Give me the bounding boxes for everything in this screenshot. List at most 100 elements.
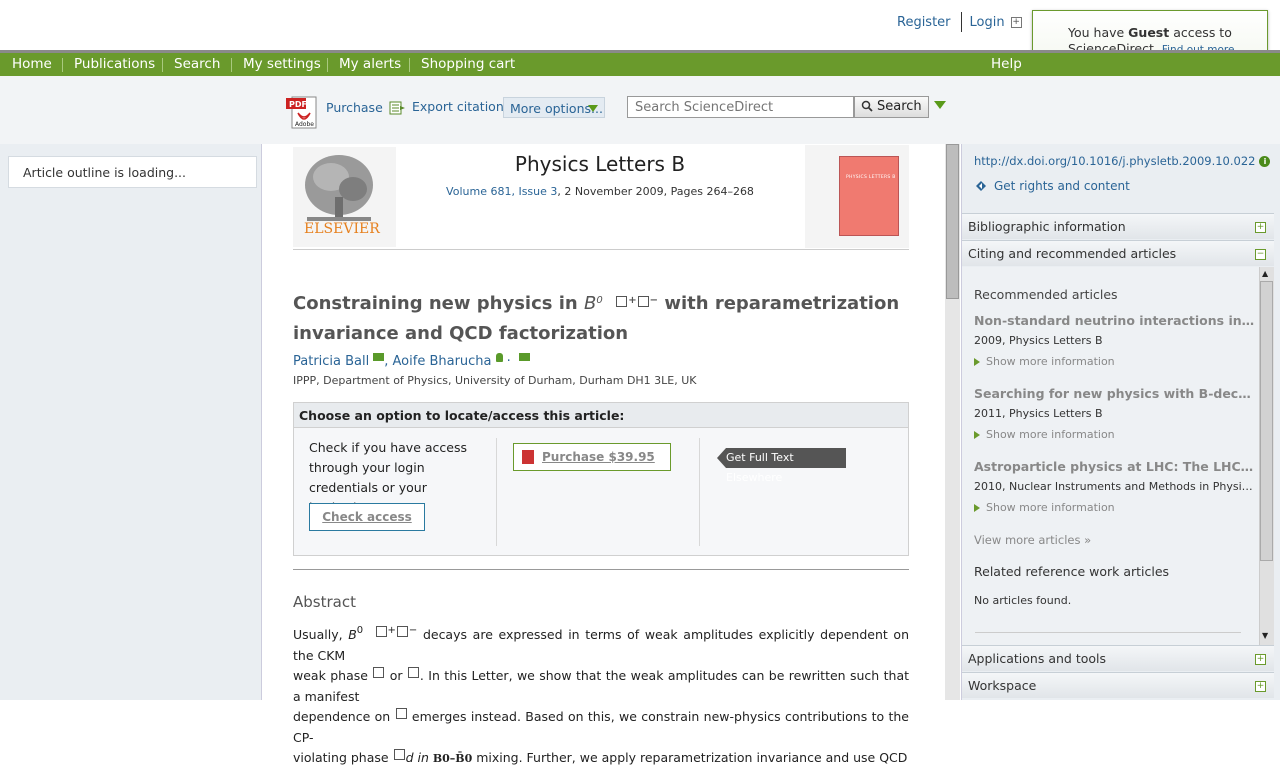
expand-arrow-icon <box>974 358 980 366</box>
export-citation-link[interactable]: Export citation <box>412 99 504 114</box>
author-list: Patricia Ball, Aoife Bharucha · <box>293 353 530 369</box>
purchase-price-label: Purchase $39.95 <box>542 450 655 464</box>
search-options-arrow-icon[interactable] <box>934 101 946 109</box>
purchase-pdf-button[interactable]: Purchase $39.95 <box>513 443 671 471</box>
volume-link[interactable]: Volume 681, Issue 3 <box>446 185 557 198</box>
title-text-2: with reparametrization <box>658 293 900 314</box>
title-line-2: invariance and QCD factorization <box>293 323 629 344</box>
missing-glyph-icon <box>395 708 407 719</box>
more-options-dropdown[interactable]: More options... <box>503 97 605 118</box>
nav-my-settings[interactable]: My settings <box>243 56 321 72</box>
doi-link[interactable]: http://dx.doi.org/10.1016/j.physletb.200… <box>974 154 1255 168</box>
register-link[interactable]: Register <box>897 15 951 30</box>
section-bibliographic-info[interactable]: Bibliographic information + <box>962 213 1274 239</box>
affiliation: IPPP, Department of Physics, University … <box>293 374 697 387</box>
author-link[interactable]: Patricia Ball <box>293 354 369 369</box>
login-link[interactable]: Login <box>970 15 1005 30</box>
show-more-info[interactable]: Show more information <box>974 501 1115 514</box>
nav-help[interactable]: Help <box>991 56 1022 72</box>
journal-title[interactable]: Physics Letters B <box>400 152 800 176</box>
title-math-b: B <box>584 293 597 314</box>
section-label: Bibliographic information <box>968 219 1126 234</box>
missing-glyph-icon <box>396 626 408 637</box>
nav-search[interactable]: Search <box>174 56 220 72</box>
section-workspace[interactable]: Workspace + <box>962 672 1274 698</box>
section-label: Applications and tools <box>968 651 1107 666</box>
nav-my-alerts[interactable]: My alerts <box>339 56 401 72</box>
title-math-sup: 0 <box>596 295 603 306</box>
nav-divider <box>162 58 163 72</box>
nav-divider <box>409 58 410 72</box>
recommended-scrollbar-thumb[interactable] <box>1260 281 1273 561</box>
login-expand-icon[interactable]: + <box>1010 16 1022 28</box>
search-button[interactable]: Search <box>854 96 929 118</box>
collapse-icon[interactable]: − <box>1255 249 1266 260</box>
purchase-link[interactable]: Purchase <box>326 100 383 115</box>
missing-glyph-icon <box>393 749 405 760</box>
view-more-articles-link[interactable]: View more articles » <box>974 533 1091 547</box>
nav-shopping-cart[interactable]: Shopping cart <box>421 56 515 72</box>
article-scrollbar-thumb[interactable] <box>946 144 959 299</box>
no-articles-text: No articles found. <box>974 594 1072 607</box>
nav-divider <box>62 58 63 72</box>
recommended-article-meta: 2011, Physics Letters B <box>974 407 1103 420</box>
abstract-heading: Abstract <box>293 593 356 611</box>
expand-icon[interactable]: + <box>1255 222 1266 233</box>
get-full-text-elsewhere-button[interactable]: Get Full Text Elsewhere <box>717 448 846 484</box>
expand-icon[interactable]: + <box>1255 681 1266 692</box>
chevron-down-icon <box>588 105 598 112</box>
corresponding-author-icon[interactable] <box>495 353 503 362</box>
nav-home[interactable]: Home <box>12 56 52 72</box>
missing-glyph-icon <box>637 296 649 307</box>
access-options-header: Choose an option to locate/access this a… <box>293 402 909 428</box>
cover-title: PHYSICS LETTERS B <box>846 175 896 180</box>
divider <box>975 632 1241 633</box>
missing-glyph-icon <box>373 667 385 678</box>
nav-publications[interactable]: Publications <box>74 56 155 72</box>
journal-cover-image[interactable]: PHYSICS LETTERS B <box>839 156 899 236</box>
elsevier-tree-icon: ELSEVIER <box>304 155 380 237</box>
section-label: Citing and recommended articles <box>968 246 1177 261</box>
section-citing-recommended[interactable]: Citing and recommended articles − <box>962 240 1274 266</box>
recommended-article-title[interactable]: Non-standard neutrino interactions in th… <box>974 313 1256 328</box>
nav-divider <box>231 58 232 72</box>
guest-text: You have <box>1068 25 1129 40</box>
recommended-article-meta: 2009, Physics Letters B <box>974 334 1103 347</box>
access-divider <box>699 438 700 546</box>
author-link[interactable]: Aoife Bharucha <box>393 354 492 369</box>
recommended-article-title[interactable]: Searching for new physics with B-decay f… <box>974 386 1256 401</box>
info-icon[interactable]: i <box>1259 156 1271 167</box>
search-input[interactable] <box>627 96 854 118</box>
guest-bold: Guest <box>1128 25 1170 40</box>
show-more-info[interactable]: Show more information <box>974 428 1115 441</box>
pdf-icon <box>522 450 534 464</box>
access-divider <box>496 438 497 546</box>
export-citation-icon[interactable] <box>389 101 407 115</box>
arrow-left-icon <box>717 448 726 468</box>
show-more-info[interactable]: Show more information <box>974 355 1115 368</box>
abstract-text: Usually, B0 + − decays are expressed in t… <box>293 625 910 765</box>
expand-icon[interactable]: + <box>1255 654 1266 665</box>
divider <box>960 12 962 32</box>
left-sidebar <box>0 144 262 700</box>
rights-icon <box>976 181 986 191</box>
recommended-article-meta: 2010, Nuclear Instruments and Methods in… <box>974 480 1256 493</box>
elsevier-logo[interactable]: ELSEVIER <box>293 147 396 247</box>
guest-text-suffix: access to <box>1169 25 1232 40</box>
search-icon <box>861 100 873 112</box>
section-applications-tools[interactable]: Applications and tools + <box>962 645 1274 671</box>
email-icon[interactable] <box>518 353 530 361</box>
article-outline: Article outline is loading... <box>8 156 257 188</box>
divider <box>293 569 909 570</box>
related-reference-heading: Related reference work articles <box>974 564 1170 579</box>
pdf-icon[interactable]: PDF Adobe <box>286 95 318 129</box>
volume-info: Volume 681, Issue 3, 2 November 2009, Pa… <box>400 185 800 198</box>
check-access-button[interactable]: Check access <box>309 503 425 531</box>
email-icon[interactable] <box>373 353 385 361</box>
recommended-article-title[interactable]: Astroparticle physics at LHC: The LHCf e… <box>974 459 1256 474</box>
get-rights-link[interactable]: Get rights and content <box>994 179 1130 193</box>
expand-arrow-icon <box>974 504 980 512</box>
scroll-up-icon[interactable]: ▲ <box>1262 269 1268 278</box>
scroll-down-icon[interactable]: ▼ <box>1262 631 1268 640</box>
main-nav: Home Publications Search My settings My … <box>0 50 1280 76</box>
